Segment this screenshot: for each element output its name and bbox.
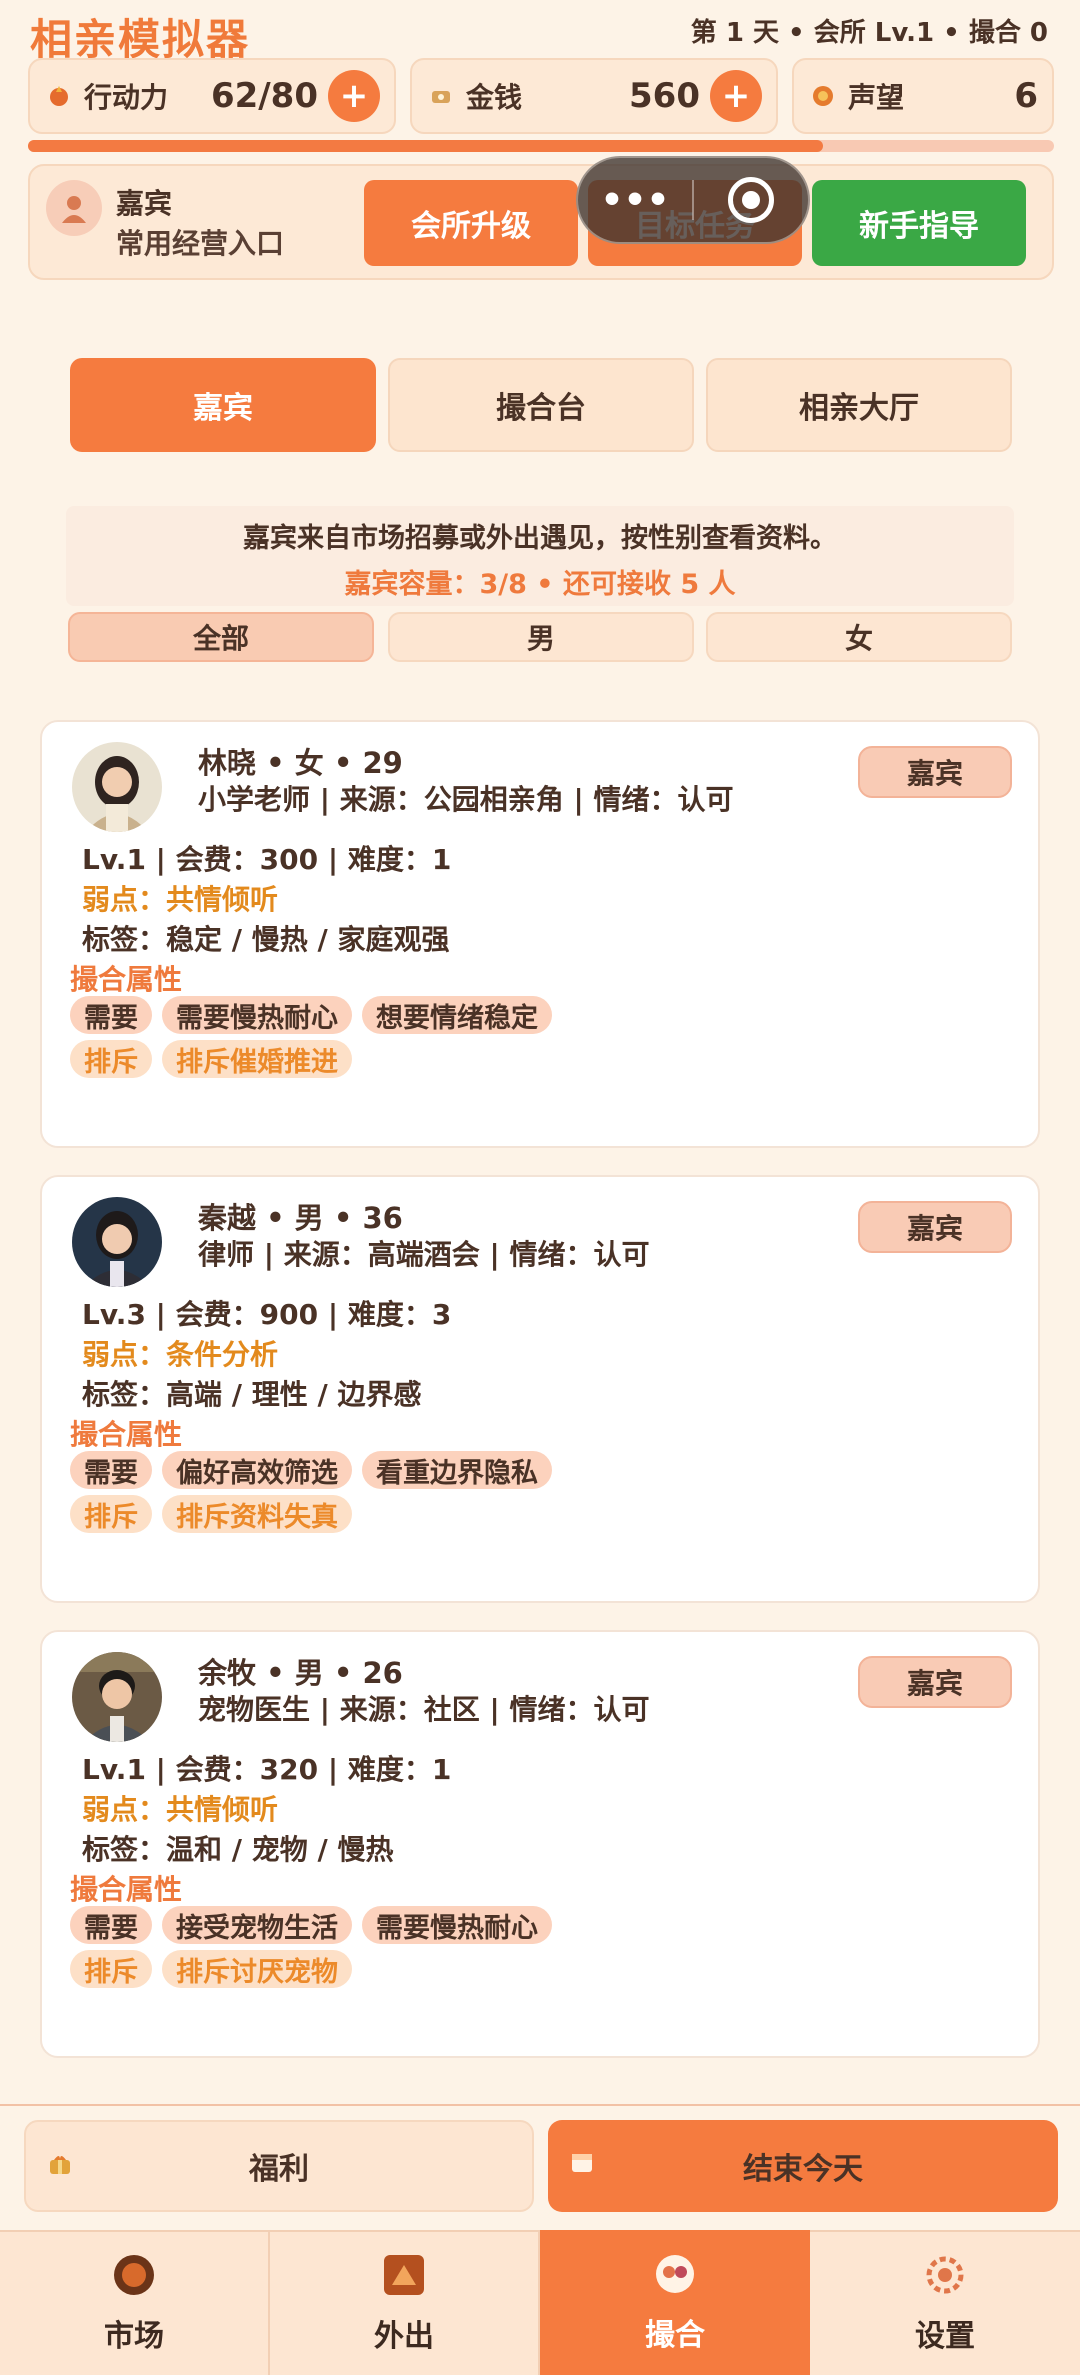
- more-menu-icon[interactable]: •••: [578, 180, 692, 221]
- mini-program-capsule: •••: [576, 156, 810, 244]
- rejects-label: 排斥: [70, 1950, 152, 1988]
- nav-outing[interactable]: 外出: [270, 2230, 540, 2375]
- reject-tag: 排斥资料失真: [162, 1495, 352, 1533]
- shortcut-subtitle: 常用经营入口: [116, 227, 285, 260]
- guest-name: 余牧 • 男 • 26: [198, 1656, 403, 1690]
- tab-matching-desk[interactable]: 撮合台: [388, 358, 694, 452]
- day-status: 第 1 天 • 会所 Lv.1 • 撮合 0: [690, 18, 1048, 48]
- close-mini-program-icon[interactable]: [694, 177, 808, 223]
- filter-male[interactable]: 男: [388, 612, 694, 662]
- welfare-label: 福利: [249, 2152, 309, 2187]
- energy-progress-bar: [28, 140, 1054, 152]
- filter-female[interactable]: 女: [706, 612, 1012, 662]
- guest-source-note: 嘉宾来自市场招募或外出遇见，按性别查看资料。: [243, 523, 837, 554]
- guest-weakness: 弱点：共情倾听: [82, 883, 279, 916]
- stat-reputation: 声望 6: [792, 58, 1054, 134]
- needs-label: 需要: [70, 1451, 152, 1489]
- need-tag: 想要情绪稳定: [362, 996, 552, 1034]
- need-tag: 偏好高效筛选: [162, 1451, 352, 1489]
- reject-tag: 排斥讨厌宠物: [162, 1950, 352, 1988]
- filter-all[interactable]: 全部: [68, 612, 374, 662]
- guest-weakness: 弱点：条件分析: [82, 1338, 279, 1371]
- guest-shortcut-icon: [46, 180, 102, 236]
- energy-progress-fill: [28, 140, 824, 152]
- guest-avatar: [72, 742, 162, 832]
- nav-label: 设置: [915, 2318, 975, 2354]
- nav-label: 外出: [374, 2318, 434, 2354]
- stat-value: 6: [1014, 76, 1038, 116]
- guest-tags: 标签：稳定 / 慢热 / 家庭观强: [82, 923, 450, 956]
- matchmaking-icon: [653, 2252, 697, 2296]
- guest-meta: 律师 | 来源：高端酒会 | 情绪：认可: [198, 1238, 650, 1271]
- guest-badge[interactable]: 嘉宾: [858, 1201, 1012, 1253]
- match-attributes-label: 撮合属性: [70, 1873, 183, 1906]
- outing-icon: [382, 2253, 426, 2297]
- stat-energy: 行动力 62/80 +: [28, 58, 396, 134]
- stat-value: 560: [629, 76, 700, 116]
- energy-icon: [44, 81, 74, 111]
- guest-tags: 标签：温和 / 宠物 / 慢热: [82, 1833, 394, 1866]
- end-day-label: 结束今天: [743, 2152, 863, 2187]
- stat-money: 金钱 560 +: [410, 58, 778, 134]
- market-icon: [112, 2253, 156, 2297]
- add-energy-button[interactable]: +: [328, 70, 380, 122]
- nav-settings[interactable]: 设置: [810, 2230, 1080, 2375]
- guest-stats: Lv.1 | 会费：320 | 难度：1: [82, 1753, 452, 1786]
- guest-weakness: 弱点：共情倾听: [82, 1793, 279, 1826]
- stat-value: 62/80: [210, 76, 318, 116]
- guest-name: 秦越 • 男 • 36: [198, 1201, 403, 1235]
- stat-label: 声望: [848, 81, 905, 114]
- guest-badge[interactable]: 嘉宾: [858, 1656, 1012, 1708]
- guest-name: 林晓 • 女 • 29: [198, 746, 403, 780]
- guest-stats: Lv.1 | 会费：300 | 难度：1: [82, 843, 452, 876]
- match-attributes-label: 撮合属性: [70, 963, 183, 996]
- needs-label: 需要: [70, 1906, 152, 1944]
- needs-row: 需要 接受宠物生活 需要慢热耐心: [70, 1906, 552, 1944]
- rejects-row: 排斥 排斥催婚推进: [70, 1040, 352, 1078]
- reputation-icon: [808, 81, 838, 111]
- tab-guests[interactable]: 嘉宾: [70, 358, 376, 452]
- stat-label: 金钱: [466, 81, 523, 114]
- stat-label: 行动力: [84, 81, 169, 114]
- money-icon: [426, 81, 456, 111]
- rejects-row: 排斥 排斥资料失真: [70, 1495, 352, 1533]
- needs-row: 需要 需要慢热耐心 想要情绪稳定: [70, 996, 552, 1034]
- shortcut-bar: 嘉宾 常用经营入口 会所升级 目标任务 新手指导: [28, 164, 1054, 280]
- need-tag: 看重边界隐私: [362, 1451, 552, 1489]
- tutorial-button[interactable]: 新手指导: [812, 180, 1026, 266]
- need-tag: 接受宠物生活: [162, 1906, 352, 1944]
- nav-market[interactable]: 市场: [0, 2230, 270, 2375]
- guest-avatar: [72, 1652, 162, 1742]
- guest-meta: 小学老师 | 来源：公园相亲角 | 情绪：认可: [198, 783, 734, 816]
- club-upgrade-button[interactable]: 会所升级: [364, 180, 578, 266]
- nav-matchmaking[interactable]: 撮合: [540, 2230, 810, 2375]
- nav-label: 市场: [104, 2318, 164, 2354]
- welfare-button[interactable]: 福利: [24, 2120, 534, 2212]
- add-money-button[interactable]: +: [710, 70, 762, 122]
- tab-dating-hall[interactable]: 相亲大厅: [706, 358, 1012, 452]
- guest-info-box: 嘉宾来自市场招募或外出遇见，按性别查看资料。 嘉宾容量：3/8 • 还可接收 5…: [66, 506, 1014, 606]
- guest-meta: 宠物医生 | 来源：社区 | 情绪：认可: [198, 1693, 650, 1726]
- guest-capacity: 嘉宾容量：3/8 • 还可接收 5 人: [344, 569, 736, 600]
- settings-icon: [923, 2253, 967, 2297]
- rejects-label: 排斥: [70, 1495, 152, 1533]
- nav-label: 撮合: [645, 2317, 705, 2353]
- need-tag: 需要慢热耐心: [162, 996, 352, 1034]
- rejects-label: 排斥: [70, 1040, 152, 1078]
- guest-card[interactable]: 林晓 • 女 • 29 小学老师 | 来源：公园相亲角 | 情绪：认可 嘉宾 L…: [40, 720, 1040, 1148]
- guest-tags: 标签：高端 / 理性 / 边界感: [82, 1378, 422, 1411]
- reject-tag: 排斥催婚推进: [162, 1040, 352, 1078]
- rejects-row: 排斥 排斥讨厌宠物: [70, 1950, 352, 1988]
- shortcut-title: 嘉宾: [116, 187, 173, 220]
- need-tag: 需要慢热耐心: [362, 1906, 552, 1944]
- guest-card[interactable]: 秦越 • 男 • 36 律师 | 来源：高端酒会 | 情绪：认可 嘉宾 Lv.3…: [40, 1175, 1040, 1603]
- needs-row: 需要 偏好高效筛选 看重边界隐私: [70, 1451, 552, 1489]
- guest-stats: Lv.3 | 会费：900 | 难度：3: [82, 1298, 452, 1331]
- guest-badge[interactable]: 嘉宾: [858, 746, 1012, 798]
- guest-avatar: [72, 1197, 162, 1287]
- end-day-button[interactable]: 结束今天: [548, 2120, 1058, 2212]
- guest-card[interactable]: 余牧 • 男 • 26 宠物医生 | 来源：社区 | 情绪：认可 嘉宾 Lv.1…: [40, 1630, 1040, 2058]
- match-attributes-label: 撮合属性: [70, 1418, 183, 1451]
- needs-label: 需要: [70, 996, 152, 1034]
